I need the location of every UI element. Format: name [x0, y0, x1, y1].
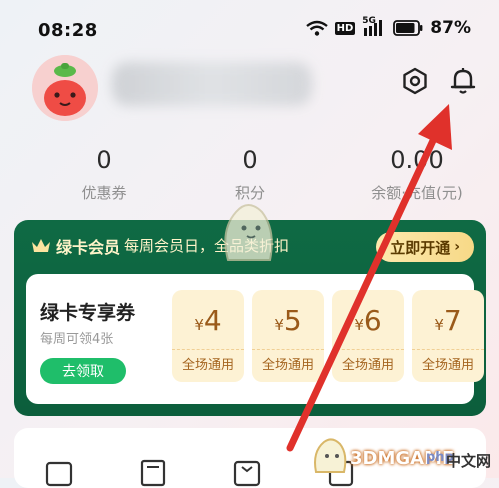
coupon-amount: ¥5: [252, 304, 324, 337]
currency-symbol: ¥: [274, 316, 284, 334]
coupon-value: 6: [363, 304, 382, 337]
watermark-mascot-icon: [224, 204, 273, 261]
status-time: 08:28: [38, 20, 98, 41]
status-icons: HD 5G 87%: [305, 16, 471, 38]
battery-percent: 87%: [430, 18, 471, 38]
coupon-value: 4: [203, 304, 222, 337]
watermark-cn: 中文网: [446, 452, 492, 470]
order-icon[interactable]: [138, 458, 168, 488]
wifi-icon: [305, 20, 328, 36]
stat-value: 0: [96, 146, 112, 174]
site-watermark: 3DMGAME php 中文网: [310, 430, 499, 478]
stat-value: 0.00: [390, 146, 444, 174]
coupon-amount: ¥4: [172, 304, 244, 337]
username-blurred: [112, 62, 312, 106]
coupon-label: 全场通用: [412, 349, 484, 382]
crown-icon: [32, 239, 50, 252]
coupon-card[interactable]: ¥7 全场通用: [412, 290, 484, 382]
coupon-label: 全场通用: [252, 349, 324, 382]
coupon-value: 7: [443, 304, 462, 337]
coupon-amount: ¥7: [412, 304, 484, 337]
bell-icon[interactable]: [449, 66, 477, 96]
coupon-label: 全场通用: [172, 349, 244, 382]
currency-symbol: ¥: [194, 316, 204, 334]
delivery-icon[interactable]: [232, 458, 262, 488]
stat-label: 优惠券: [81, 184, 127, 202]
stat-coupons[interactable]: 0 优惠券: [72, 146, 136, 203]
coupon-value: 5: [283, 304, 302, 337]
open-membership-button[interactable]: 立即开通 ›: [376, 232, 474, 262]
coupon-label: 全场通用: [332, 349, 404, 382]
exclusive-coupons-panel: 绿卡专享券 每周可领4张 去领取 ¥4 全场通用 ¥5 全场通用 ¥6 全场通用…: [26, 274, 484, 404]
signal-5g-icon: 5G: [362, 16, 386, 37]
claim-button[interactable]: 去领取: [40, 358, 126, 384]
chevron-right-icon: ›: [454, 239, 460, 255]
radish-avatar-icon: [32, 55, 98, 121]
coupon-card[interactable]: ¥6 全场通用: [332, 290, 404, 382]
coupon-card[interactable]: ¥4 全场通用: [172, 290, 244, 382]
currency-symbol: ¥: [354, 316, 364, 334]
battery-icon: [393, 20, 423, 36]
avatar[interactable]: [32, 55, 98, 121]
member-title: 绿卡会员: [56, 238, 121, 257]
watermark-mascot-small-icon: [314, 438, 347, 473]
open-button-label: 立即开通: [390, 238, 451, 257]
stat-balance[interactable]: 0.00 余额·充值(元): [347, 146, 487, 203]
stat-value: 0: [242, 146, 258, 174]
status-bar: 08:28 HD 5G 87%: [0, 0, 499, 52]
wallet-icon[interactable]: [44, 458, 74, 488]
coupon-amount: ¥6: [332, 304, 404, 337]
coupons-subtitle: 每周可领4张: [40, 332, 114, 347]
currency-symbol: ¥: [434, 316, 444, 334]
settings-icon[interactable]: [401, 67, 429, 95]
hd-icon: HD: [334, 21, 356, 35]
stat-label: 余额·充值(元): [371, 184, 463, 202]
coupon-card[interactable]: ¥5 全场通用: [252, 290, 324, 382]
coupons-title: 绿卡专享券: [40, 302, 136, 324]
